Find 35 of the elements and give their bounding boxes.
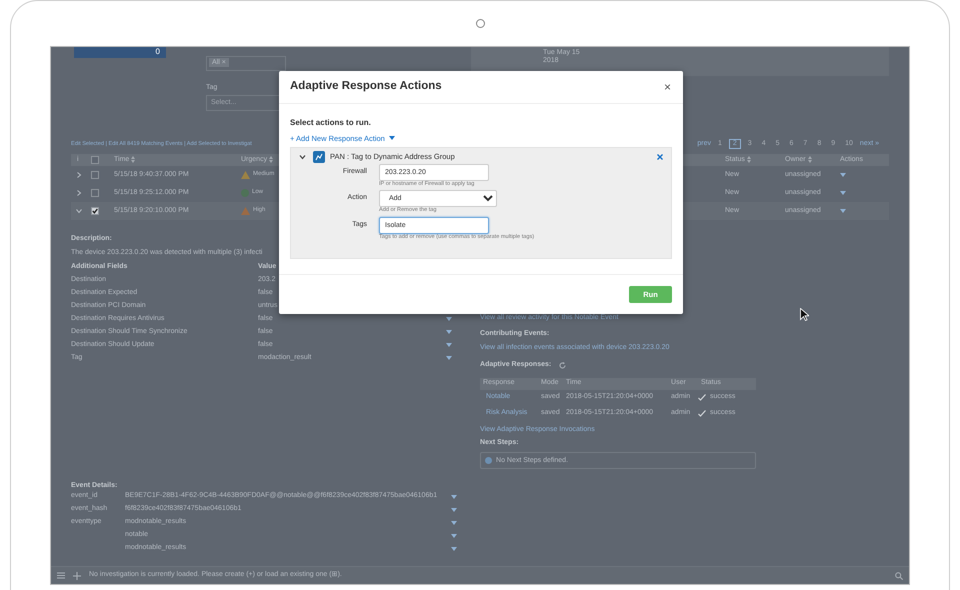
row-checkbox[interactable] [91, 207, 99, 215]
caret-icon[interactable] [451, 508, 457, 512]
chevron-icon[interactable] [299, 154, 306, 160]
menu-icon [57, 572, 65, 579]
mouse-cursor-icon [800, 308, 809, 321]
caret-icon[interactable] [840, 173, 846, 177]
search-icon[interactable] [895, 572, 903, 580]
caret-icon[interactable] [446, 330, 452, 334]
row-checkbox[interactable] [91, 189, 99, 197]
caret-icon[interactable] [451, 494, 457, 499]
sort-icon [269, 156, 274, 164]
info-icon [485, 457, 492, 464]
caret-icon[interactable] [446, 343, 452, 348]
caret-icon [388, 136, 395, 140]
instruction-text: Select actions to run. [290, 118, 371, 128]
sort-icon [746, 156, 751, 164]
caret-icon[interactable] [451, 534, 457, 538]
camera-icon [476, 19, 484, 28]
select-all-checkbox[interactable] [91, 156, 99, 164]
app-logo-icon [313, 150, 325, 163]
caret-icon[interactable] [451, 520, 457, 525]
caret-icon[interactable] [840, 191, 846, 195]
sort-icon [131, 156, 136, 164]
caret-icon[interactable] [446, 317, 452, 322]
row-checkbox[interactable] [91, 171, 99, 179]
count-panel: 0 [74, 47, 166, 58]
plus-icon [73, 572, 81, 580]
refresh-icon[interactable] [559, 362, 566, 369]
remove-icon[interactable] [657, 154, 663, 160]
caret-icon[interactable] [840, 209, 846, 213]
caret-icon[interactable] [451, 546, 457, 551]
close-icon[interactable]: × [664, 80, 671, 94]
sort-icon [808, 156, 812, 164]
caret-icon[interactable] [446, 356, 452, 360]
dialog-title: Adaptive Response Actions [290, 80, 442, 94]
